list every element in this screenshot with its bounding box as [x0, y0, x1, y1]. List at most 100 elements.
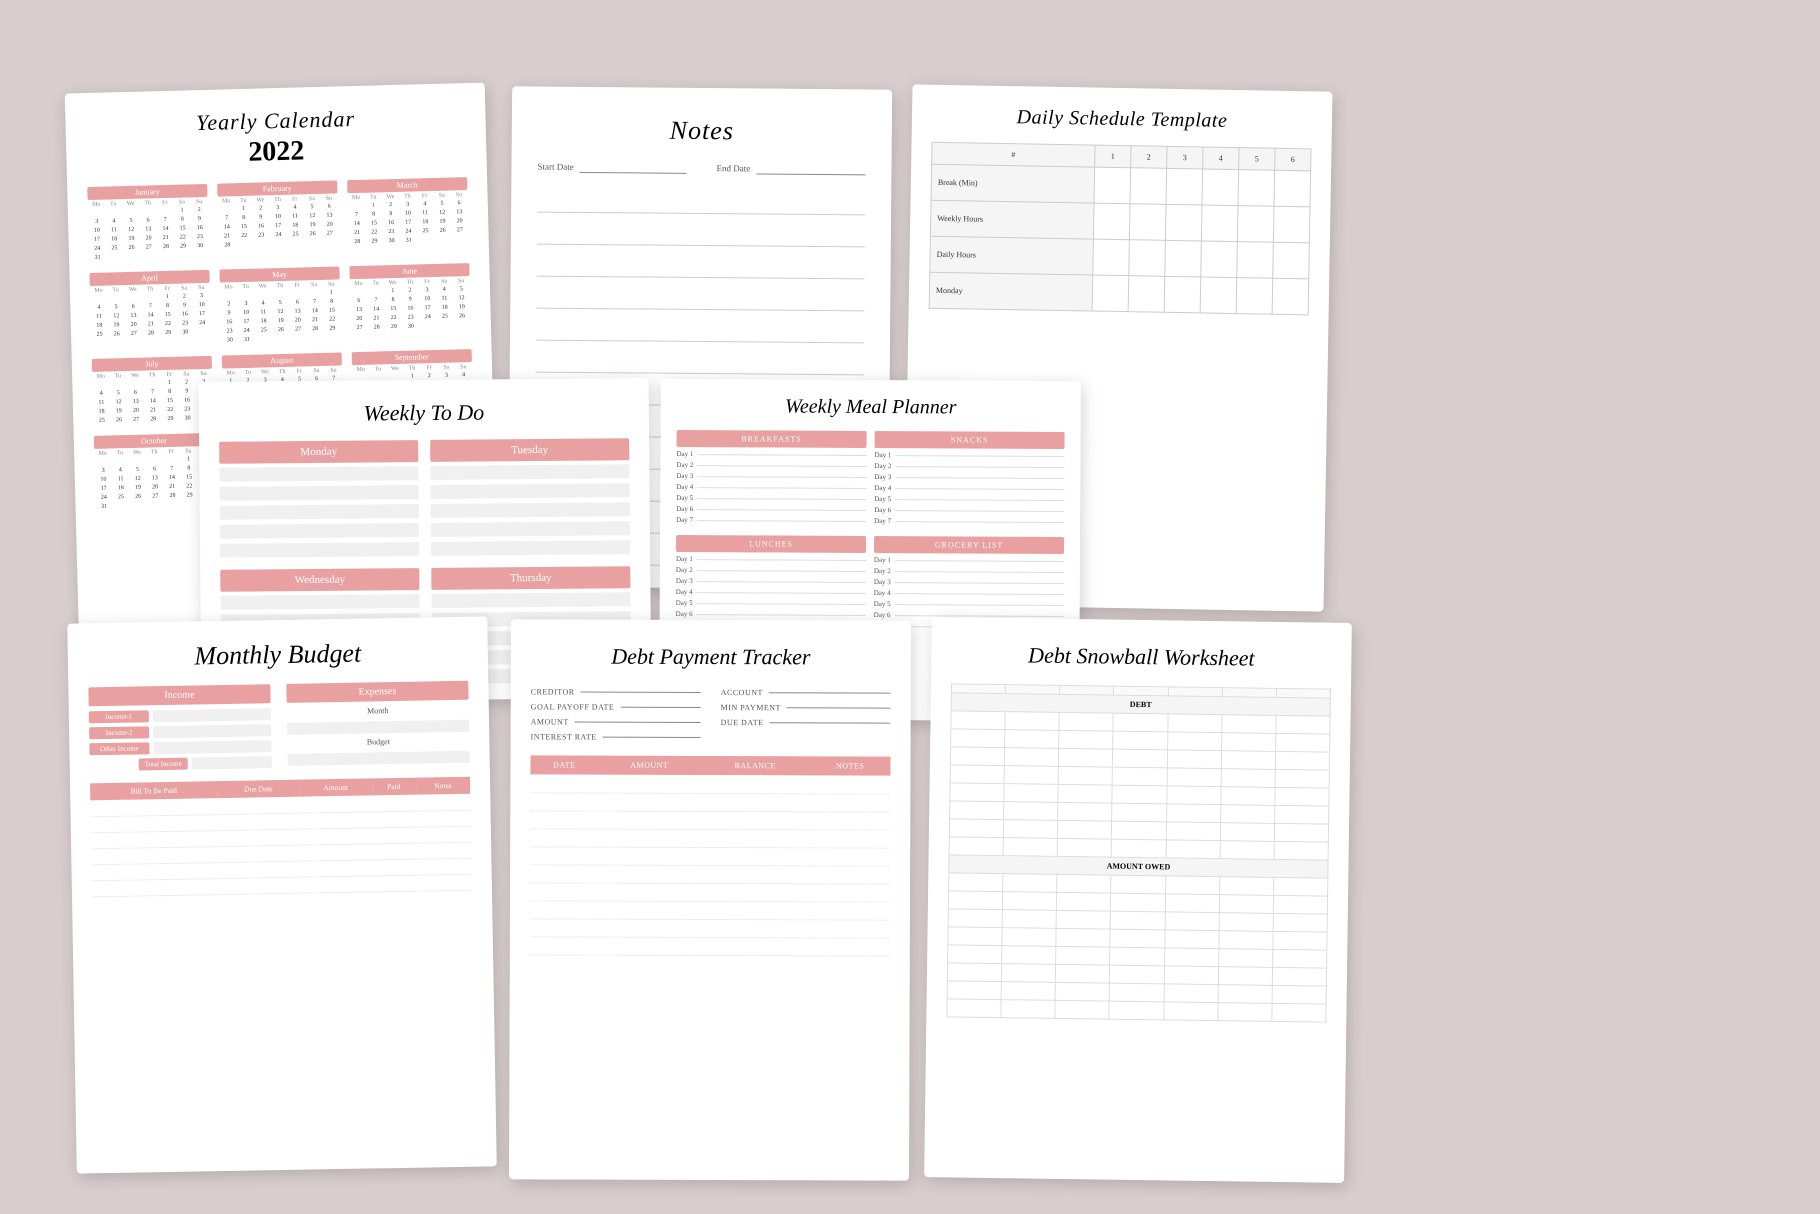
meal-day-row: Day 5: [676, 494, 866, 503]
meal-day-row: Day 2: [676, 461, 866, 470]
debt-table-row: [530, 828, 890, 847]
total-income-row: Total Income: [90, 756, 272, 771]
meal-day-row: Day 3: [676, 577, 866, 586]
debt-field-row: INTEREST RATE: [531, 732, 701, 742]
notes-title: Notes: [538, 115, 866, 148]
debt-field-row: AMOUNT: [531, 717, 701, 727]
total-income-line: [192, 756, 272, 769]
meal-day-row: Day 2: [676, 566, 866, 575]
notes-line: [536, 287, 864, 312]
debt-field-row: GOAL PAYOFF DATE: [531, 702, 701, 712]
calendar-month-march: MarchMoTuWeThFrSaSu123456789101112131415…: [347, 177, 469, 256]
debt-table-row: [530, 846, 890, 865]
meal-section-0: BREAKFASTSDay 1Day 2Day 3Day 4Day 5Day 6…: [676, 430, 867, 528]
start-date-line: [580, 161, 687, 174]
total-income-label: Total Income: [139, 758, 188, 771]
end-date-label: End Date: [716, 163, 750, 173]
expenses-header: Expenses: [286, 681, 468, 703]
weekly-todo-title: Weekly To Do: [219, 398, 629, 428]
meal-day-row: Day 3: [874, 578, 1064, 587]
debt-table: DATEAMOUNTBALANCENOTES: [530, 755, 891, 956]
meal-day-row: Day 5: [874, 495, 1064, 504]
end-date-item: End Date: [716, 162, 865, 175]
meal-section-2: LUNCHESDay 1Day 2Day 3Day 4Day 5Day 6Day…: [676, 535, 867, 633]
meal-day-row: Day 5: [874, 600, 1064, 609]
income-row: Income-1: [89, 708, 271, 723]
schedule-table: #123456 Break (Min)Weekly HoursDaily Hou…: [929, 142, 1312, 316]
schedule-body: Break (Min)Weekly HoursDaily HoursMonday: [929, 164, 1310, 315]
meal-day-row: Day 4: [874, 589, 1064, 598]
meal-day-row: Day 2: [874, 567, 1064, 576]
notes-line: [537, 191, 865, 216]
calendar-month-may: MayMoTuWeThFrSaSu12345678910111213141516…: [219, 266, 341, 345]
budget-top-grid: Income Income-1Income-2Other Income Tota…: [88, 681, 469, 772]
snowball-table: DEBTAMOUNT OWED: [946, 683, 1331, 1022]
debt-tracker-page: Debt Payment Tracker CREDITOR ACCOUNT GOAL…: [509, 619, 911, 1180]
income-section: Income Income-1Income-2Other Income Tota…: [88, 684, 271, 771]
monthly-budget-title: Monthly Budget: [88, 637, 468, 674]
notes-line: [536, 351, 864, 376]
meal-day-row: Day 4: [676, 483, 866, 492]
debt-table-row: [530, 864, 890, 883]
debt-table-body: [530, 774, 891, 955]
debt-field-row: DUE DATE: [721, 718, 891, 728]
meal-day-row: Day 3: [676, 472, 866, 481]
todo-day-tuesday: Tuesday: [430, 438, 630, 556]
expenses-section: Expenses MonthBudget: [286, 681, 469, 768]
meal-day-row: Day 3: [874, 473, 1064, 482]
meal-day-row: Day 6: [676, 505, 866, 514]
debt-snowball-page: Debt Snowball Worksheet DEBTAMOUNT OWED: [924, 617, 1352, 1183]
debt-table-row: [530, 792, 890, 811]
notes-line: [537, 255, 865, 280]
daily-schedule-title: Daily Schedule Template: [932, 105, 1312, 135]
meal-day-row: Day 2: [874, 462, 1064, 471]
notes-line: [536, 319, 864, 344]
calendar-month-july: JulyMoTuWeThFrSaSu1234567891011121314151…: [92, 356, 214, 426]
meal-day-row: Day 1: [874, 451, 1064, 460]
debt-table-row: [530, 882, 890, 901]
meal-day-row: Day 7: [874, 517, 1064, 526]
end-date-line: [756, 162, 865, 175]
expense-rows: MonthBudget: [287, 705, 470, 766]
notes-line: [537, 223, 865, 248]
debt-snowball-title: Debt Snowball Worksheet: [951, 641, 1331, 672]
bills-body: [90, 794, 472, 897]
debt-field-row: ACCOUNT: [721, 688, 891, 698]
debt-table-row: [530, 774, 890, 793]
bills-table: Bill To Be PaidDue DateAmountPaidNotes: [90, 777, 472, 897]
calendar-month-february: FebruaryMoTuWeThFrSaSu123456789101112131…: [217, 180, 339, 259]
monthly-budget-page: Monthly Budget Income Income-1Income-2Ot…: [67, 616, 497, 1173]
meal-day-row: Day 1: [676, 450, 866, 459]
debt-field-row: MIN PAYMENT: [721, 703, 891, 713]
income-row: Income-2: [89, 724, 271, 739]
meal-day-row: Day 1: [676, 555, 866, 564]
debt-tracker-title: Debt Payment Tracker: [531, 643, 891, 670]
meal-day-row: Day 6: [676, 610, 866, 619]
debt-table-row: [530, 810, 890, 829]
meal-grid: BREAKFASTSDay 1Day 2Day 3Day 4Day 5Day 6…: [676, 430, 1065, 634]
calendar-month-april: AprilMoTuWeThFrSaSu123456789101112131415…: [89, 270, 211, 349]
income-rows: Income-1Income-2Other Income: [89, 708, 272, 755]
income-row: Other Income: [89, 740, 271, 755]
start-date-label: Start Date: [537, 162, 573, 172]
meal-section-1: SNACKSDay 1Day 2Day 3Day 4Day 5Day 6Day …: [874, 431, 1065, 529]
meal-planner-title: Weekly Meal Planner: [677, 395, 1065, 420]
notes-dates-row: Start Date End Date: [537, 161, 865, 176]
meal-day-row: Day 1: [874, 556, 1064, 565]
debt-fields-grid: CREDITOR ACCOUNT GOAL PAYOFF DATE MIN PAYME…: [531, 687, 891, 742]
calendar-month-june: JuneMoTuWeThFrSaSu1234567891011121314151…: [349, 263, 471, 342]
start-date-item: Start Date: [537, 161, 686, 174]
meal-day-row: Day 7: [676, 516, 866, 525]
debt-table-row: [530, 918, 890, 937]
todo-day-monday: Monday: [219, 440, 419, 558]
meal-day-row: Day 5: [676, 599, 866, 608]
income-header: Income: [88, 684, 270, 706]
debt-table-row: [530, 936, 890, 955]
debt-table-row: [530, 900, 890, 919]
calendar-month-january: JanuaryMoTuWeThFrSaSu1234567891011121314…: [87, 184, 209, 263]
meal-day-row: Day 6: [874, 506, 1064, 515]
calendar-month-october: OctoberMoTuWeThFrSaSu1234567891011121314…: [94, 433, 216, 512]
debt-table-header: DATEAMOUNTBALANCENOTES: [530, 755, 890, 775]
debt-field-row: CREDITOR: [531, 687, 701, 697]
meal-day-row: Day 4: [874, 484, 1064, 493]
